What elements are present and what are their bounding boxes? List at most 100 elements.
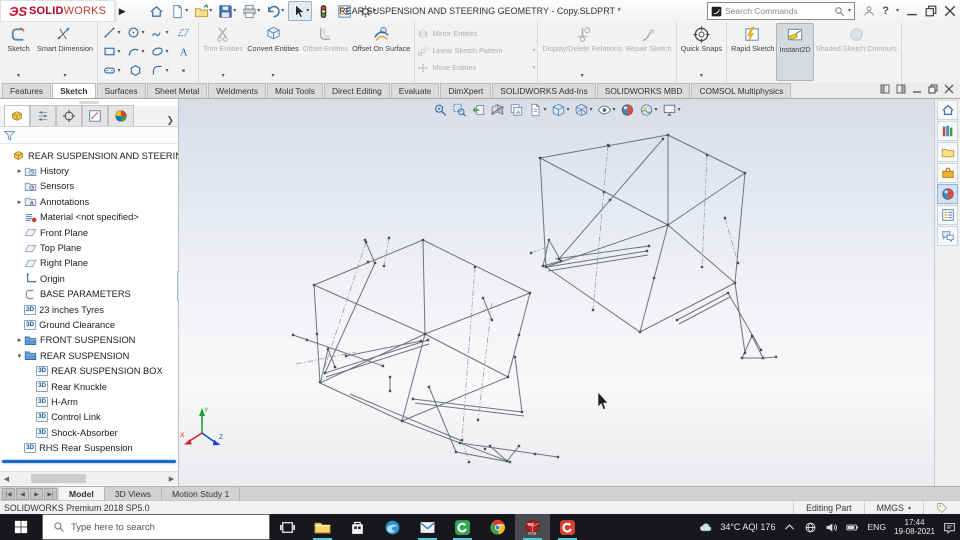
- rectangle-caret-icon[interactable]: ▾: [117, 49, 120, 55]
- shaded-sketch-contours-button[interactable]: Shaded Sketch Contours: [814, 23, 899, 81]
- file-explorer-button[interactable]: [937, 142, 958, 162]
- offset-entities-button[interactable]: Offset Entities: [301, 23, 350, 81]
- open-caret-icon[interactable]: ▾: [209, 8, 212, 14]
- apply-scene-button[interactable]: ▾: [639, 102, 659, 118]
- pane-left-icon[interactable]: [880, 84, 890, 94]
- solidworks-logo[interactable]: ЭS SOLID WORKS: [0, 0, 116, 22]
- tray-expand-icon[interactable]: [783, 521, 796, 534]
- options-button[interactable]: ▾: [356, 2, 378, 20]
- doc-restore-button[interactable]: [928, 84, 938, 94]
- slot-button[interactable]: ▾: [100, 64, 124, 77]
- network-icon[interactable]: [804, 521, 817, 534]
- apply-scene-caret-icon[interactable]: ▾: [655, 107, 658, 113]
- tree-item-base-parameters[interactable]: BASE PARAMETERS: [0, 287, 178, 302]
- tab-sheet-metal[interactable]: Sheet Metal: [146, 83, 208, 98]
- graphics-viewport[interactable]: Y X Z ▾ ▾ ▾ ▾ ▾ ▾: [179, 99, 935, 486]
- rollback-bar[interactable]: [2, 460, 176, 463]
- tree-item-rear-suspension-box[interactable]: 3D REAR SUSPENSION BOX: [0, 363, 178, 378]
- search-commands-input[interactable]: Search Commands: [725, 6, 831, 16]
- print-caret-icon[interactable]: ▾: [257, 8, 260, 14]
- panel-grip[interactable]: [79, 101, 99, 104]
- mirror-entities-button[interactable]: Mirror Entities: [417, 25, 535, 42]
- manager-tab-dimxpertmanager[interactable]: [82, 105, 108, 126]
- tree-item-front-plane[interactable]: Front Plane: [0, 225, 178, 240]
- tree-expander-icon[interactable]: ▾: [15, 352, 24, 360]
- task-view-taskbar-button[interactable]: [270, 514, 305, 540]
- arc-caret-icon[interactable]: ▾: [141, 49, 144, 55]
- select-cursor-caret-icon[interactable]: ▾: [306, 8, 309, 14]
- tree-item-front-suspension[interactable]: ▸ FRONT SUSPENSION: [0, 333, 178, 348]
- repair-sketch-button[interactable]: Repair Sketch: [624, 23, 674, 81]
- trim-entities-button[interactable]: Trim Entities ▾: [201, 23, 245, 81]
- sketch-fillet-caret-icon[interactable]: ▾: [165, 68, 168, 74]
- camtasia-taskbar-button[interactable]: [445, 514, 480, 540]
- tree-item-right-plane[interactable]: Right Plane: [0, 256, 178, 271]
- custom-properties-button[interactable]: [937, 205, 958, 225]
- tree-item-shock-absorber[interactable]: 3D Shock-Absorber: [0, 425, 178, 440]
- tab-features[interactable]: Features: [2, 83, 52, 98]
- spline-caret-icon[interactable]: ▾: [165, 30, 168, 36]
- start-button[interactable]: [0, 514, 42, 540]
- mail-taskbar-button[interactable]: [410, 514, 445, 540]
- tree-item-history[interactable]: ▸ History: [0, 163, 178, 178]
- tree-item-rhs-rear-suspension[interactable]: 3D RHS Rear Suspension: [0, 440, 178, 455]
- login-icon[interactable]: [863, 5, 875, 17]
- appearances-button[interactable]: [937, 184, 958, 204]
- tree-expander-icon[interactable]: ▸: [15, 336, 24, 344]
- instant2d-button[interactable]: Instant2D: [776, 23, 814, 81]
- display-delete-relations-button[interactable]: Display/Delete Relations ▾: [540, 23, 624, 81]
- tab-nav-button[interactable]: |◀: [2, 488, 15, 500]
- solidworks-taskbar-button[interactable]: SW 2018: [515, 514, 550, 540]
- sketch-text-button[interactable]: A: [172, 45, 196, 58]
- manager-tab-featuremanager-tree[interactable]: [4, 105, 30, 126]
- rapid-sketch-button[interactable]: Rapid Sketch: [729, 23, 776, 81]
- annotation-views-button[interactable]: ▾: [527, 102, 547, 118]
- smart-dimension-button[interactable]: Smart Dimension ▾: [35, 23, 95, 81]
- battery-icon[interactable]: [846, 521, 859, 534]
- circle-caret-icon[interactable]: ▾: [141, 30, 144, 36]
- arc-button[interactable]: ▾: [124, 45, 148, 58]
- manager-tab-propertymanager[interactable]: [30, 105, 56, 126]
- manager-tabs-chevron-icon[interactable]: ❯: [166, 115, 174, 126]
- new-document-caret-icon[interactable]: ▾: [185, 8, 188, 14]
- pane-right-icon[interactable]: [896, 84, 906, 94]
- language-indicator[interactable]: ENG: [867, 522, 886, 532]
- undo-button[interactable]: ▾: [264, 2, 286, 20]
- open-button[interactable]: ▾: [192, 2, 214, 20]
- tab-mold-tools[interactable]: Mold Tools: [267, 83, 323, 98]
- toolbox-button[interactable]: [937, 163, 958, 183]
- tab-sketch[interactable]: Sketch: [52, 83, 96, 98]
- linear-sketch-pattern-button[interactable]: Linear Sketch Pattern ▾: [417, 42, 535, 59]
- tree-item-rear-suspension-and-steering-geome[interactable]: REAR SUSPENSION AND STEERING GEOME: [0, 148, 178, 163]
- scroll-thumb[interactable]: [31, 474, 86, 483]
- tab-solidworks-add-ins[interactable]: SOLIDWORKS Add-Ins: [492, 83, 596, 98]
- scroll-right-icon[interactable]: ▶: [165, 475, 178, 483]
- ellipse-caret-icon[interactable]: ▾: [165, 49, 168, 55]
- doc-close-button[interactable]: [944, 84, 954, 94]
- tab-nav-button[interactable]: ▶|: [44, 488, 57, 500]
- search-commands-box[interactable]: Search Commands ▾: [707, 2, 855, 20]
- task-scheduler-button[interactable]: [335, 2, 354, 20]
- slot-caret-icon[interactable]: ▾: [117, 68, 120, 74]
- tree-item-rear-suspension[interactable]: ▾ REAR SUSPENSION: [0, 348, 178, 363]
- 3d-drawing-view-button[interactable]: [508, 102, 524, 118]
- print-button[interactable]: ▾: [240, 2, 262, 20]
- view-settings-button[interactable]: ▾: [662, 102, 682, 118]
- taskbar-search-box[interactable]: Type here to search: [42, 514, 270, 540]
- offset-on-surface-button[interactable]: Offset On Surface: [350, 23, 412, 81]
- home-button[interactable]: [147, 2, 166, 20]
- tab-comsol-multiphysics[interactable]: COMSOL Multiphysics: [691, 83, 792, 98]
- sketch-plane-button[interactable]: [172, 26, 196, 39]
- restore-button[interactable]: [925, 5, 937, 17]
- select-cursor-button[interactable]: ▾: [288, 1, 313, 21]
- zoom-to-area-button[interactable]: [451, 102, 467, 118]
- tab-weldments[interactable]: Weldments: [208, 83, 267, 98]
- display-style-button[interactable]: ▾: [573, 102, 593, 118]
- tree-item-annotations[interactable]: ▸ A Annotations: [0, 194, 178, 209]
- rectangle-button[interactable]: ▾: [100, 45, 124, 58]
- tree-item-top-plane[interactable]: Top Plane: [0, 240, 178, 255]
- new-document-button[interactable]: ▾: [168, 2, 190, 20]
- tree-horizontal-scrollbar[interactable]: ◀ ▶: [0, 471, 178, 485]
- tree-item-sensors[interactable]: Sensors: [0, 179, 178, 194]
- tree-item-ground-clearance[interactable]: 3D Ground Clearance: [0, 317, 178, 332]
